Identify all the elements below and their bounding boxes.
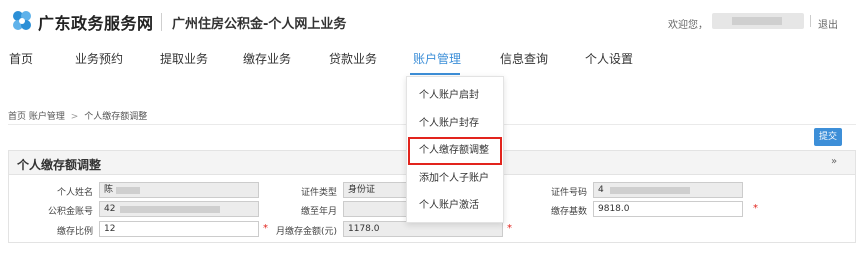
name-field: 陈 (99, 182, 259, 198)
logo-icon (13, 11, 31, 30)
id-number-value: 4 (598, 185, 604, 195)
site-subtitle: 广州住房公积金-个人网上业务 (172, 17, 347, 32)
id-type-label: 证件类型 (300, 188, 337, 198)
main-nav: 首页 业务预约 提取业务 缴存业务 贷款业务 账户管理 信息查询 个人设置 (0, 44, 864, 75)
welcome-text: 欢迎您， (668, 20, 708, 31)
brand-title[interactable]: 广东政务服务网 (38, 10, 154, 34)
deposit-base-label: 缴存基数 (550, 207, 587, 217)
username-masked (712, 13, 804, 29)
required-mark: * (753, 203, 758, 214)
nav-item-settings[interactable]: 个人设置 (585, 50, 633, 67)
nav-item-loan[interactable]: 贷款业务 (329, 50, 377, 67)
menu-item-account-unseal[interactable]: 个人账户启封 (407, 83, 503, 109)
account-number-value: 42 (104, 204, 116, 214)
monthly-amount-label: 月缴存金额(元) (275, 227, 337, 237)
submit-button[interactable]: 提交 (814, 128, 842, 146)
deposit-ratio-input[interactable]: 12 (99, 221, 259, 237)
menu-item-account-activate[interactable]: 个人账户激活 (407, 193, 503, 219)
logout-link[interactable]: 退出 (818, 16, 838, 31)
menu-item-add-subaccount[interactable]: 添加个人子账户 (407, 166, 503, 192)
nav-item-account[interactable]: 账户管理 (413, 50, 461, 67)
required-mark: * (507, 223, 512, 234)
breadcrumb-separator: > (70, 112, 79, 122)
deposit-ratio-label: 缴存比例 (56, 227, 93, 237)
nav-item-withdrawal[interactable]: 提取业务 (160, 50, 208, 67)
id-number-field: 4 (593, 182, 743, 198)
nav-item-query[interactable]: 信息查询 (500, 50, 548, 67)
name-mask (116, 187, 140, 194)
page: 广东政务服务网 广州住房公积金-个人网上业务 欢迎您， 退出 首页 业务预约 提… (0, 0, 864, 277)
nav-item-appointment[interactable]: 业务预约 (75, 50, 123, 67)
name-label: 个人姓名 (56, 188, 93, 198)
menu-item-account-seal[interactable]: 个人账户封存 (407, 111, 503, 137)
id-number-mask (610, 187, 690, 194)
panel-title: 个人缴存额调整 (17, 158, 102, 172)
account-number-field: 42 (99, 201, 259, 217)
breadcrumb: 首页 账户管理 > 个人缴存额调整 (8, 109, 147, 122)
header-divider (161, 13, 162, 31)
breadcrumb-current: 个人缴存额调整 (84, 112, 148, 122)
account-dropdown-menu: 个人账户启封 个人账户封存 个人缴存额调整 添加个人子账户 个人账户激活 (406, 76, 504, 223)
id-number-label: 证件号码 (550, 188, 587, 198)
header: 广东政务服务网 广州住房公积金-个人网上业务 欢迎您， 退出 (0, 0, 864, 44)
breadcrumb-section[interactable]: 账户管理 (29, 112, 65, 122)
account-number-label: 公积金账号 (47, 207, 93, 217)
account-number-mask (120, 206, 220, 213)
paid-until-label: 缴至年月 (300, 207, 337, 217)
nav-item-deposit[interactable]: 缴存业务 (243, 50, 291, 67)
logout-divider (810, 15, 811, 27)
nav-item-home[interactable]: 首页 (9, 50, 33, 67)
nav-active-indicator (410, 73, 460, 75)
double-chevron-down-icon[interactable]: » (831, 156, 837, 167)
menu-item-deposit-adjust[interactable]: 个人缴存额调整 (408, 137, 502, 165)
name-value: 陈 (104, 185, 114, 195)
deposit-base-input[interactable]: 9818.0 (593, 201, 743, 217)
breadcrumb-home[interactable]: 首页 (8, 112, 26, 122)
monthly-amount-field: 1178.0 (343, 221, 503, 237)
